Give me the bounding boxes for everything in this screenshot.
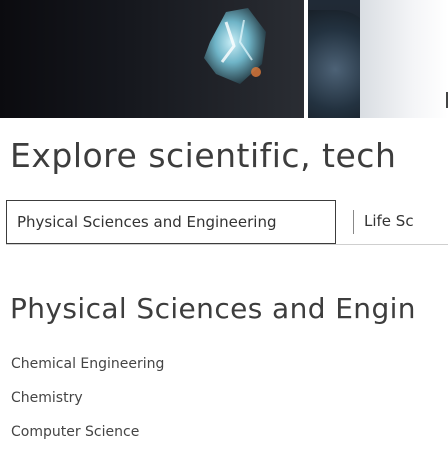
subject-tabs: Physical Sciences and Engineering Life S…: [6, 200, 448, 246]
tab-divider: [353, 210, 354, 234]
subject-link-chemical-engineering[interactable]: Chemical Engineering: [11, 354, 164, 374]
subject-link-computer-science[interactable]: Computer Science: [11, 422, 164, 442]
tab-label: Physical Sciences and Engineering: [17, 213, 277, 231]
page-headline: Explore scientific, tech: [10, 136, 397, 175]
hero-banner: [0, 0, 448, 118]
tabs-underline: [6, 244, 448, 245]
tab-label: Life Sc: [364, 212, 414, 230]
section-title: Physical Sciences and Engin: [10, 292, 416, 325]
crystal-image: [204, 8, 266, 84]
subject-link-chemistry[interactable]: Chemistry: [11, 388, 164, 408]
light-background: [360, 0, 448, 118]
subject-list: Chemical Engineering Chemistry Computer …: [11, 354, 164, 456]
tab-physical-sciences[interactable]: Physical Sciences and Engineering: [6, 200, 336, 244]
tab-life-sciences[interactable]: Life Sc: [364, 212, 414, 230]
hero-image-left: [0, 0, 304, 118]
hero-image-right: [308, 0, 448, 118]
